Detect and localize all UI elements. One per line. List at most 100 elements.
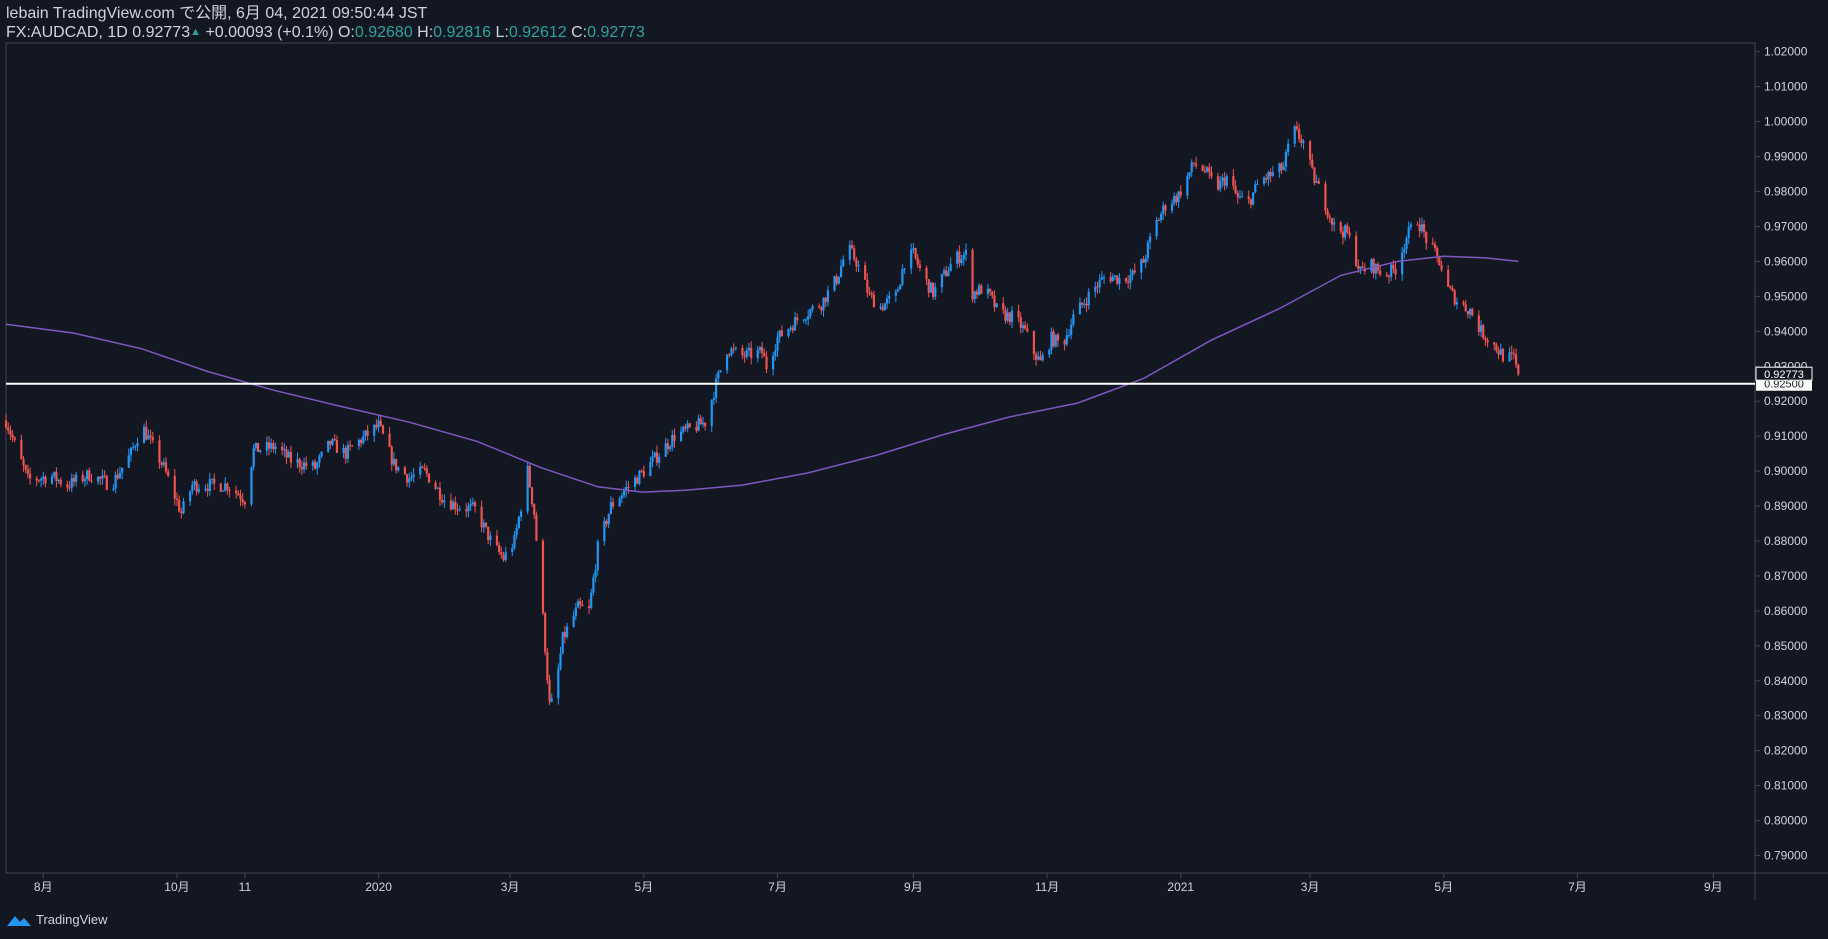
last-price-label: 0.92773 <box>1764 369 1804 381</box>
candle-up <box>504 552 507 561</box>
candle-down <box>441 499 444 503</box>
candle-down <box>72 477 76 482</box>
candle-down <box>1482 325 1485 339</box>
candle-down <box>206 488 209 492</box>
candle-up <box>53 471 56 477</box>
candle-up <box>956 251 959 265</box>
candle-down <box>103 475 106 477</box>
candle-up <box>302 462 306 470</box>
candle-down <box>438 487 442 500</box>
candle-down <box>1210 172 1213 177</box>
candle-up <box>839 266 843 277</box>
candle-down <box>13 437 16 440</box>
candle-down <box>1308 141 1312 160</box>
x-tick-label: 7月 <box>768 880 787 894</box>
candle-up <box>1287 143 1290 152</box>
candle-down <box>145 426 148 440</box>
candle-down <box>1462 302 1465 305</box>
candle-up <box>686 423 689 429</box>
moving-average-line <box>5 255 1519 493</box>
candle-up <box>259 450 262 453</box>
y-tick-label: 0.90000 <box>1764 464 1808 478</box>
candle-down <box>732 348 735 350</box>
y-tick-label: 0.86000 <box>1764 604 1808 618</box>
candle-up <box>346 445 350 459</box>
candle-up <box>373 424 376 436</box>
x-tick-label: 3月 <box>501 880 520 894</box>
candle-up <box>254 442 257 449</box>
candle-down <box>456 509 459 511</box>
candle-down <box>1280 163 1283 171</box>
candle-down <box>267 442 271 449</box>
candle-down <box>673 434 676 441</box>
candle-down <box>1416 224 1419 226</box>
candle-down <box>1379 270 1382 275</box>
candle-down <box>1466 311 1469 315</box>
candle-up <box>50 476 54 484</box>
candle-up <box>132 447 135 449</box>
candle-down <box>627 486 630 488</box>
candle-up <box>265 442 268 451</box>
x-tick-label: 5月 <box>634 880 653 894</box>
candle-up <box>802 319 805 321</box>
candle-up <box>962 254 965 260</box>
candle-up <box>419 466 422 475</box>
candle-up <box>1219 180 1222 190</box>
candle-down <box>1361 266 1364 269</box>
candle-down <box>1109 277 1112 282</box>
candle-up <box>1344 225 1347 238</box>
candle-up <box>1238 196 1242 198</box>
candle-down <box>55 471 58 482</box>
candle-up <box>620 495 623 499</box>
candle-up <box>1374 263 1377 274</box>
candle-down <box>502 555 505 561</box>
candle-up <box>412 474 415 477</box>
candle-down <box>1192 162 1196 164</box>
candle-up <box>701 422 705 425</box>
candle-up <box>85 470 89 480</box>
candle-down <box>1317 181 1320 184</box>
tradingview-logo-icon <box>7 915 31 926</box>
candle-up <box>1067 334 1071 336</box>
candle-up <box>848 245 851 260</box>
candle-down <box>35 478 38 481</box>
candle-down <box>1232 176 1235 186</box>
candle-up <box>121 467 124 473</box>
y-tick-label: 0.89000 <box>1764 499 1808 513</box>
candle-up <box>489 535 492 541</box>
price-chart[interactable]: 1.02000 1.01000 1.00000 0.99000 0.98000 0.970… <box>0 0 1828 939</box>
candle-up <box>883 303 886 311</box>
candle-up <box>826 290 829 303</box>
candle-down <box>228 490 231 492</box>
candle-up <box>1170 203 1174 211</box>
candle-up <box>408 478 411 483</box>
candle-up <box>671 434 674 447</box>
candle-up <box>1256 183 1259 185</box>
candle-up <box>1072 314 1075 325</box>
candle-up <box>283 449 286 451</box>
candle-up <box>1173 196 1176 204</box>
candle-down <box>313 461 317 469</box>
candle-up <box>633 477 637 487</box>
candle-up <box>888 295 891 299</box>
candle-up <box>517 516 520 528</box>
candle-up <box>296 459 299 463</box>
candle-down <box>1247 196 1250 200</box>
candle-up <box>519 511 523 517</box>
candle-down <box>90 480 93 482</box>
candle-up <box>210 478 214 480</box>
tradingview-brand[interactable]: TradingView <box>6 912 108 927</box>
candle-down <box>37 480 40 482</box>
candle-down <box>423 467 426 469</box>
candle-down <box>285 449 288 458</box>
candle-up <box>1205 167 1209 172</box>
candle-down <box>1512 353 1516 355</box>
candle-down <box>1124 277 1128 282</box>
candle-down <box>366 430 369 436</box>
candle-up <box>182 501 185 514</box>
candle-down <box>195 481 198 492</box>
candle-down <box>7 427 10 431</box>
candle-down <box>11 434 14 438</box>
candle-down <box>1201 165 1204 171</box>
candle-up <box>1050 331 1053 350</box>
